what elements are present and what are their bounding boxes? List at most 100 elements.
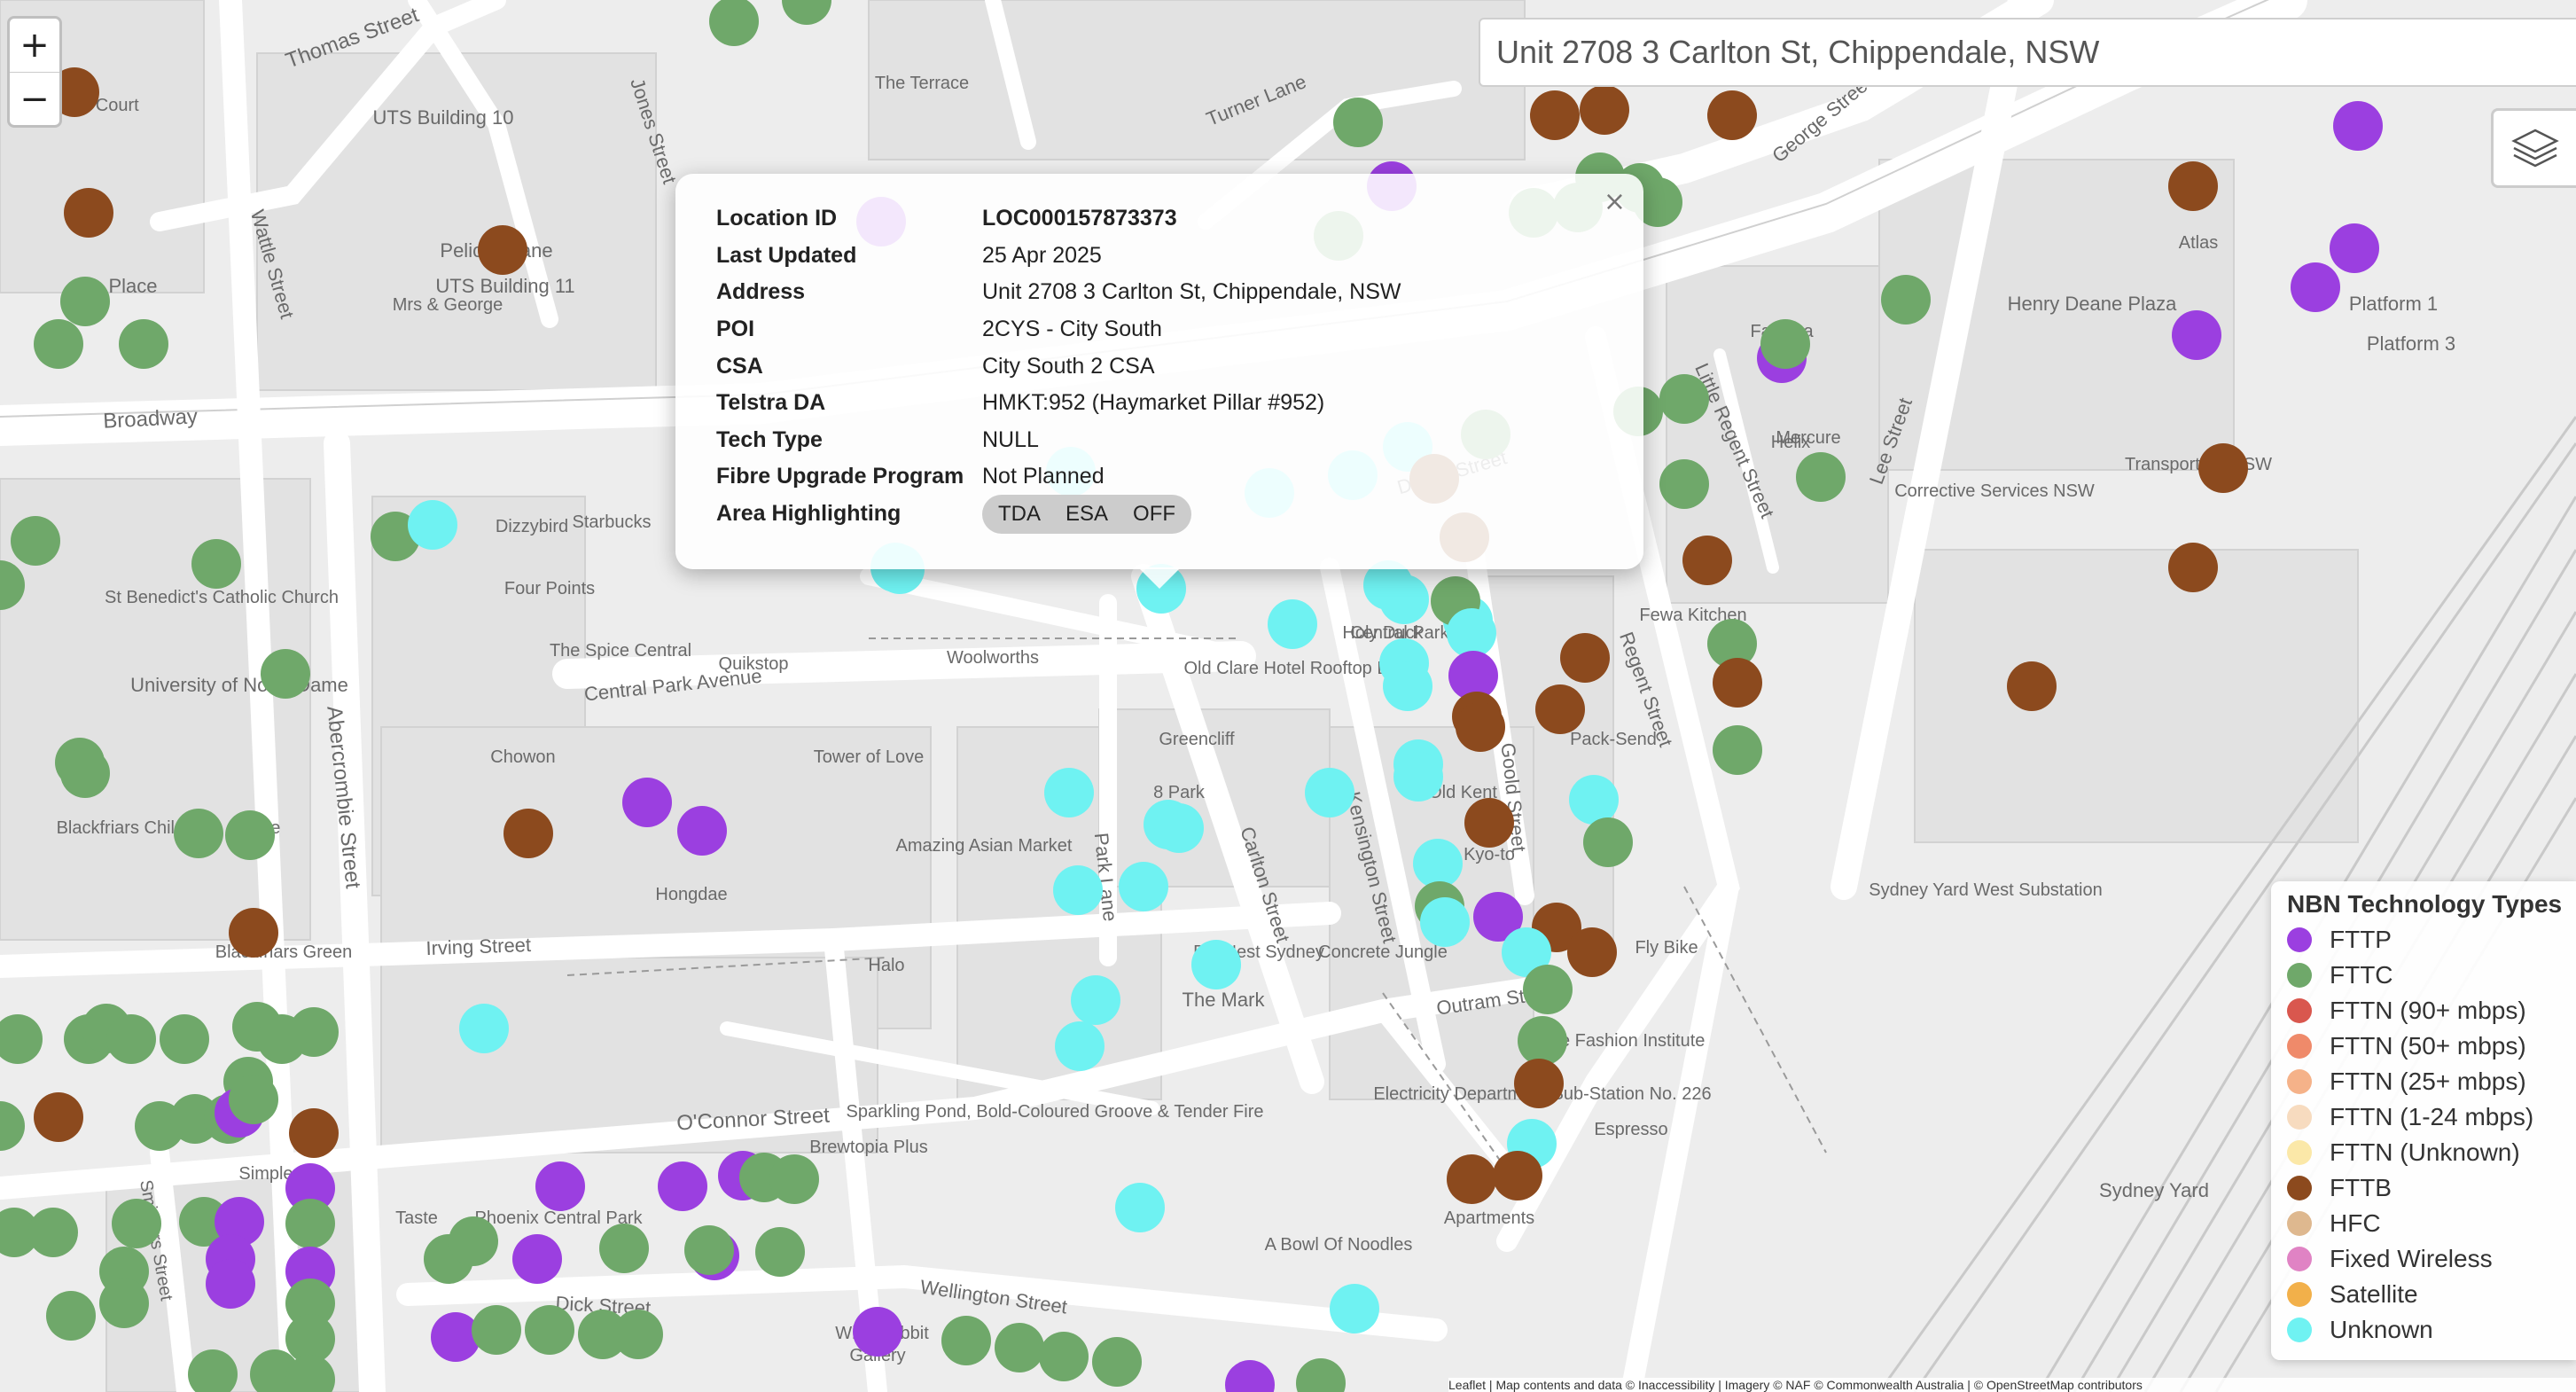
location-marker[interactable] [525, 1305, 574, 1355]
location-marker[interactable] [1707, 90, 1757, 140]
location-marker[interactable] [60, 748, 110, 798]
location-marker[interactable] [257, 1014, 307, 1064]
location-marker[interactable] [34, 319, 83, 369]
location-marker[interactable] [1039, 1332, 1089, 1381]
location-marker[interactable] [1567, 927, 1617, 977]
location-marker[interactable] [229, 1075, 278, 1124]
location-marker[interactable] [2291, 262, 2340, 312]
location-marker[interactable] [599, 1224, 649, 1273]
location-marker[interactable] [503, 809, 553, 858]
location-marker[interactable] [1379, 575, 1429, 624]
toggle-off[interactable]: OFF [1120, 498, 1188, 530]
location-marker[interactable] [0, 1014, 43, 1064]
popup-close-button[interactable]: × [1604, 186, 1626, 217]
location-marker[interactable] [1713, 658, 1762, 708]
location-marker[interactable] [1393, 752, 1443, 802]
location-marker[interactable] [449, 1216, 498, 1266]
location-marker[interactable] [709, 0, 759, 46]
location-marker[interactable] [1447, 1154, 1496, 1204]
location-marker[interactable] [782, 0, 831, 25]
location-marker[interactable] [1447, 608, 1496, 658]
location-marker[interactable] [0, 1101, 25, 1151]
location-marker[interactable] [2333, 101, 2383, 151]
location-marker[interactable] [1413, 839, 1463, 888]
location-marker[interactable] [512, 1234, 562, 1284]
location-marker[interactable] [1713, 725, 1762, 775]
address-search-input[interactable]: Unit 2708 3 Carlton St, Chippendale, NSW [1479, 18, 2576, 87]
location-marker[interactable] [1305, 768, 1354, 817]
location-marker[interactable] [684, 1225, 734, 1275]
location-marker[interactable] [2198, 443, 2248, 493]
location-marker[interactable] [1330, 1284, 1379, 1333]
location-marker[interactable] [1523, 965, 1573, 1014]
location-marker[interactable] [2172, 310, 2221, 360]
location-marker[interactable] [1580, 85, 1629, 135]
location-marker[interactable] [11, 516, 60, 566]
location-marker[interactable] [1659, 459, 1709, 509]
location-marker[interactable] [677, 806, 727, 856]
location-marker[interactable] [459, 1004, 509, 1053]
location-marker[interactable] [1583, 817, 1633, 867]
location-marker[interactable] [1191, 940, 1241, 989]
location-marker[interactable] [941, 1316, 991, 1365]
location-marker[interactable] [1569, 775, 1619, 825]
location-marker[interactable] [1682, 536, 1732, 585]
location-marker[interactable] [1456, 702, 1505, 752]
location-marker[interactable] [229, 908, 278, 958]
location-marker[interactable] [995, 1323, 1044, 1372]
zoom-out-button[interactable]: − [10, 72, 59, 125]
location-marker[interactable] [46, 1291, 96, 1341]
location-marker[interactable] [106, 1014, 156, 1064]
location-marker[interactable] [613, 1310, 663, 1359]
location-marker[interactable] [622, 778, 672, 827]
location-marker[interactable] [1659, 374, 1709, 424]
location-marker[interactable] [1796, 452, 1846, 502]
location-marker[interactable] [769, 1154, 819, 1204]
location-marker[interactable] [1464, 798, 1514, 848]
location-marker[interactable] [1518, 1016, 1567, 1066]
location-marker[interactable] [1333, 98, 1383, 147]
location-marker[interactable] [1296, 1358, 1346, 1392]
location-marker[interactable] [2007, 661, 2057, 711]
location-marker[interactable] [60, 277, 110, 326]
location-marker[interactable] [853, 1307, 902, 1357]
location-marker[interactable] [174, 809, 223, 858]
location-marker[interactable] [2330, 223, 2379, 273]
location-marker[interactable] [99, 1279, 149, 1328]
location-marker[interactable] [160, 1014, 209, 1064]
location-marker[interactable] [408, 500, 457, 550]
location-marker[interactable] [1535, 684, 1585, 734]
toggle-tda[interactable]: TDA [986, 498, 1053, 530]
location-marker[interactable] [1055, 1021, 1105, 1071]
location-marker[interactable] [478, 225, 527, 275]
location-marker[interactable] [34, 1092, 83, 1142]
location-marker[interactable] [206, 1259, 255, 1309]
location-marker[interactable] [1493, 1151, 1542, 1200]
location-marker[interactable] [225, 810, 275, 860]
location-marker[interactable] [1115, 1183, 1165, 1232]
location-marker[interactable] [119, 319, 168, 369]
location-marker[interactable] [1225, 1360, 1275, 1392]
location-marker[interactable] [755, 1227, 805, 1277]
location-marker[interactable] [535, 1161, 585, 1211]
location-marker[interactable] [1760, 319, 1810, 369]
location-marker[interactable] [261, 649, 310, 699]
location-marker[interactable] [1092, 1337, 1142, 1387]
location-marker[interactable] [1530, 90, 1580, 140]
location-marker[interactable] [1053, 865, 1103, 915]
toggle-esa[interactable]: ESA [1053, 498, 1120, 530]
location-marker[interactable] [191, 539, 241, 589]
location-marker[interactable] [2168, 161, 2218, 211]
zoom-in-button[interactable]: + [10, 19, 59, 72]
location-marker[interactable] [112, 1199, 161, 1248]
location-marker[interactable] [1154, 803, 1204, 853]
layers-button[interactable] [2491, 108, 2576, 188]
location-marker[interactable] [472, 1305, 521, 1355]
location-marker[interactable] [1044, 768, 1094, 817]
location-marker[interactable] [1119, 862, 1168, 911]
location-marker[interactable] [1383, 661, 1432, 711]
location-marker[interactable] [1268, 599, 1317, 649]
location-marker[interactable] [658, 1161, 707, 1211]
location-marker[interactable] [1881, 275, 1931, 325]
location-marker[interactable] [1420, 897, 1470, 947]
